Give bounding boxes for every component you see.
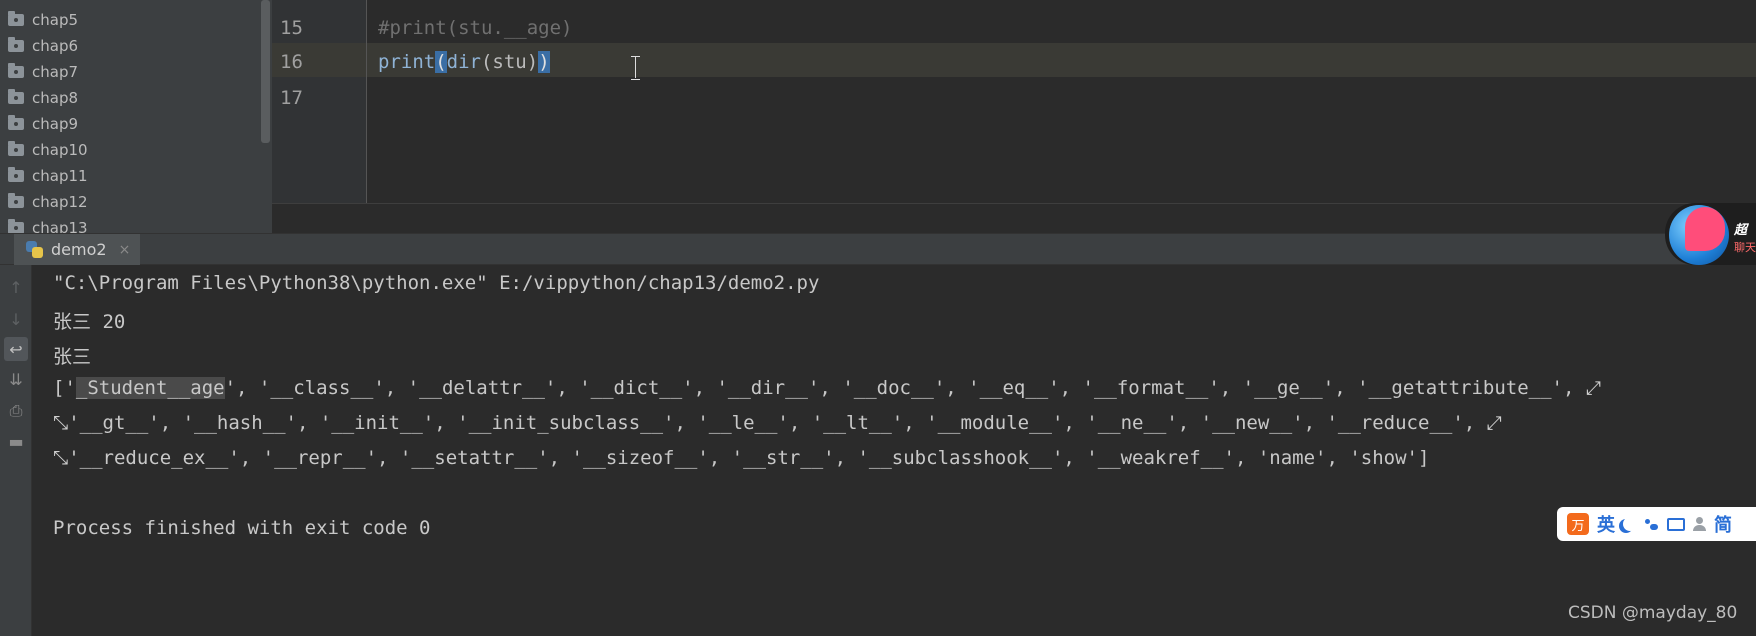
dir-keyword: dir [446, 51, 481, 73]
user-icon[interactable] [1693, 517, 1706, 531]
console-list-line: ['_Student__age', '__class__', '__delatt… [53, 377, 1601, 399]
list-text: ', '__class__', '__delattr__', '__dict__… [224, 377, 1586, 399]
soft-wrap-icon[interactable]: ↩ [4, 337, 28, 361]
wrap-end-icon: ⤢ [1486, 412, 1502, 434]
sidebar-item-label: chap11 [32, 167, 88, 185]
console-output-line: 张三 20 [53, 311, 126, 333]
punctuation-icon[interactable] [1645, 517, 1659, 531]
widget-subtitle: 聊天 [1734, 241, 1756, 254]
sidebar-scrollbar[interactable] [261, 0, 270, 143]
gutter-divider [366, 0, 367, 203]
folder-icon [8, 219, 24, 233]
folder-icon [8, 89, 24, 104]
sidebar-item-chap6[interactable]: chap6 [8, 34, 78, 58]
console-command-line: "C:\Program Files\Python38\python.exe" E… [53, 272, 820, 294]
folder-icon [8, 115, 24, 130]
sidebar-item-label: chap9 [32, 115, 79, 133]
sidebar-item-label: chap7 [32, 63, 79, 81]
matching-paren: ) [538, 51, 550, 73]
folder-icon [8, 11, 24, 26]
sidebar-item-chap7[interactable]: chap7 [8, 60, 78, 84]
line-number: 15 [280, 17, 303, 39]
ime-logo-icon[interactable]: 万 [1567, 513, 1589, 535]
arrow-up-icon[interactable]: ↑ [4, 275, 28, 299]
sidebar-item-chap8[interactable]: chap8 [8, 86, 78, 110]
sidebar-item-chap13[interactable]: chap13 [8, 216, 88, 233]
floating-music-widget[interactable]: 超 聊天 [1665, 203, 1756, 265]
line-number: 17 [280, 87, 303, 109]
sidebar-item-chap11[interactable]: chap11 [8, 164, 88, 188]
scroll-to-end-icon[interactable]: ⇊ [4, 367, 28, 391]
trash-icon[interactable]: ▬ [4, 429, 28, 453]
ime-simplified-toggle[interactable]: 简 [1714, 511, 1732, 537]
console-exit-line: Process finished with exit code 0 [53, 517, 431, 539]
print-keyword: print [378, 51, 436, 73]
folder-icon [8, 141, 24, 156]
selected-text: _Student__age [75, 377, 225, 399]
sidebar-item-chap5[interactable]: chap5 [8, 8, 78, 32]
list-text: '__gt__', '__hash__', '__init__', '__ini… [68, 412, 1487, 434]
sidebar-item-label: chap8 [32, 89, 79, 107]
sidebar-item-chap12[interactable]: chap12 [8, 190, 88, 214]
tab-demo2[interactable]: demo2 × [14, 234, 141, 265]
project-sidebar: chap5 chap6 chap7 chap8 chap9 chap10 cha… [0, 0, 272, 233]
folder-icon [8, 37, 24, 52]
moon-icon[interactable] [1623, 517, 1637, 531]
console-list-line: ⤡'__reduce_ex__', '__repr__', '__setattr… [53, 447, 1429, 469]
tab-label: demo2 [51, 240, 107, 259]
sidebar-item-label: chap6 [32, 37, 79, 55]
text-cursor-icon [631, 56, 641, 80]
watermark: CSDN @mayday_80 [1568, 603, 1738, 623]
python-icon [26, 241, 43, 258]
ime-toolbar[interactable]: 万 英 简 [1557, 507, 1756, 541]
folder-icon [8, 63, 24, 78]
sidebar-item-chap10[interactable]: chap10 [8, 138, 88, 162]
editor-footer [272, 203, 1756, 233]
folder-icon [8, 193, 24, 208]
sidebar-item-chap9[interactable]: chap9 [8, 112, 78, 136]
run-toolstrip: ↑ ↓ ↩ ⇊ ⎙ ▬ [0, 265, 32, 636]
dir-args: (stu) [480, 51, 539, 73]
keyboard-icon[interactable] [1667, 517, 1685, 531]
code-line-16[interactable]: print(dir(stu)) [378, 51, 550, 73]
ime-language-toggle[interactable]: 英 [1597, 511, 1615, 537]
sidebar-item-label: chap5 [32, 11, 79, 29]
wrap-end-icon: ⤢ [1585, 377, 1602, 399]
arrow-down-icon[interactable]: ↓ [4, 307, 28, 331]
code-line-15[interactable]: #print(stu.__age) [378, 17, 572, 39]
music-note-icon [1685, 207, 1725, 251]
sidebar-item-label: chap10 [32, 141, 88, 159]
sidebar-item-label: chap12 [32, 193, 88, 211]
close-icon[interactable]: × [119, 242, 131, 258]
code-editor[interactable] [367, 0, 1756, 203]
console-output-line: 张三 [53, 346, 92, 368]
wrap-start-icon: ⤡ [53, 412, 69, 434]
list-prefix: [' [53, 377, 76, 399]
matching-paren: ( [435, 51, 447, 73]
line-number: 16 [280, 51, 303, 73]
widget-title: 超 [1734, 223, 1748, 238]
folder-icon [8, 167, 24, 182]
run-tab-bar: demo2 × [0, 233, 1756, 265]
wrap-start-icon: ⤡ [53, 447, 69, 469]
print-icon[interactable]: ⎙ [4, 399, 28, 423]
sidebar-item-label: chap13 [32, 219, 88, 233]
console-list-line: ⤡'__gt__', '__hash__', '__init__', '__in… [53, 412, 1502, 434]
list-text: '__reduce_ex__', '__repr__', '__setattr_… [68, 447, 1430, 469]
